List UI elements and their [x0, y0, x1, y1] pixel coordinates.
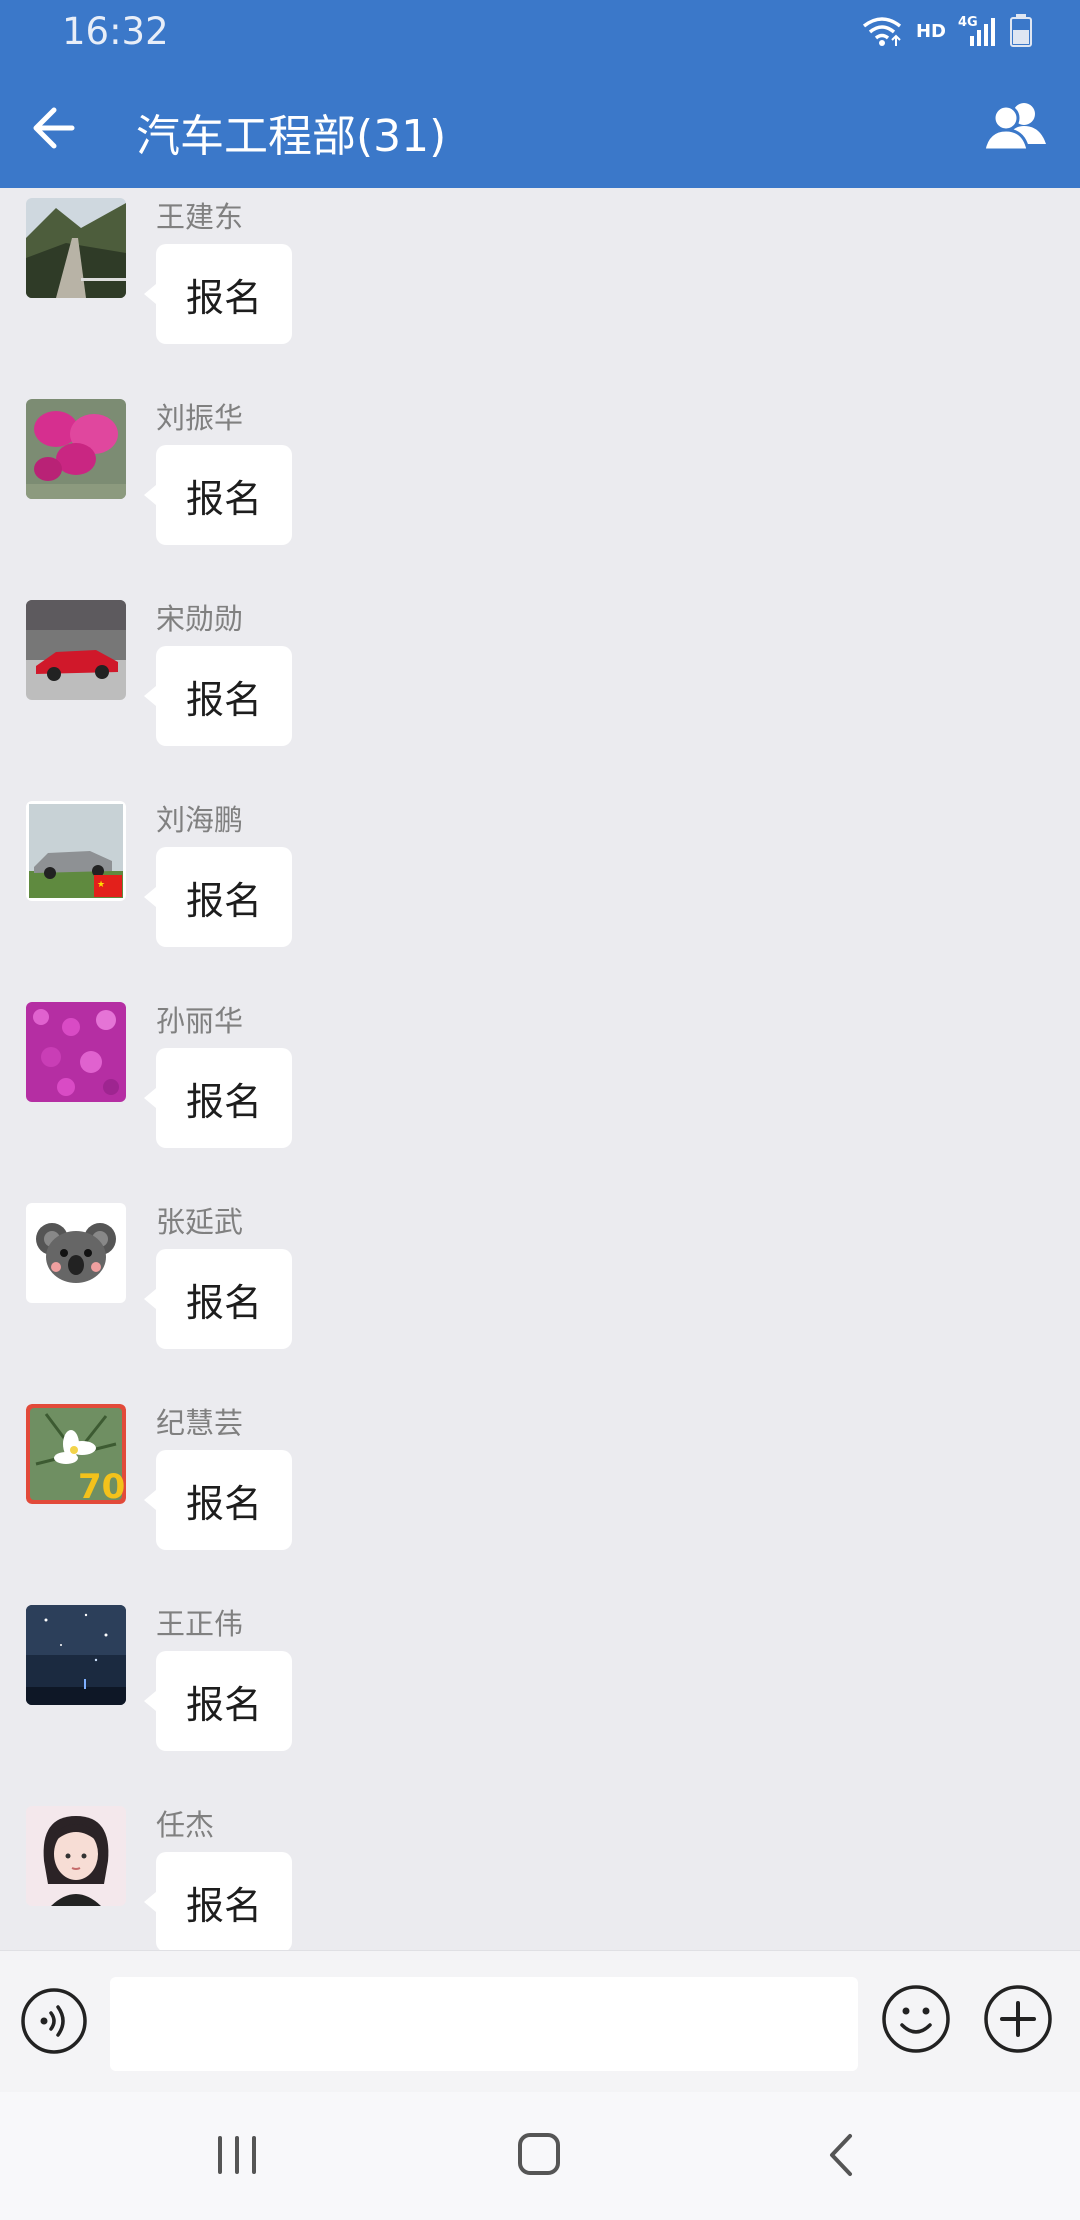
message-item: 孙丽华 报名	[0, 996, 1080, 1196]
anime-girl-portrait	[26, 1806, 126, 1906]
sender-name: 刘海鹏	[156, 803, 244, 837]
message-item: 王建东 报名	[0, 192, 1080, 392]
avatar[interactable]	[26, 198, 126, 298]
message-item: 王正伟 报名	[0, 1599, 1080, 1799]
status-time: 16:32	[62, 10, 169, 53]
avatar[interactable]	[26, 1203, 126, 1303]
avatar[interactable]: ★	[26, 801, 126, 901]
sender-name: 孙丽华	[156, 1004, 244, 1038]
arrow-left-icon[interactable]	[28, 98, 88, 158]
svg-text:★: ★	[97, 880, 105, 890]
message-item: 70 纪慧芸 报名	[0, 1398, 1080, 1598]
message-bubble[interactable]: 报名	[144, 1249, 292, 1349]
app-bar: 16:32 HD 4G 汽车工程部(31)	[0, 0, 1080, 188]
status-icons: HD 4G	[860, 14, 1032, 48]
sender-name: 宋勋勋	[156, 602, 244, 636]
system-nav-bar	[0, 2092, 1080, 2220]
hd-label: HD	[915, 20, 946, 42]
message-item: 刘振华 报名	[0, 393, 1080, 593]
network-label: 4G	[958, 15, 978, 30]
message-bubble[interactable]: 报名	[144, 1048, 292, 1148]
message-bubble[interactable]: 报名	[144, 1852, 292, 1950]
battery-icon	[1010, 14, 1032, 47]
avatar[interactable]	[26, 600, 126, 700]
message-bubble[interactable]: 报名	[144, 1450, 292, 1550]
wifi-icon	[862, 17, 902, 46]
home-icon[interactable]	[516, 2130, 562, 2178]
back-chevron-icon[interactable]	[822, 2132, 862, 2178]
avatar[interactable]	[26, 1605, 126, 1705]
starry-night-photo	[26, 1605, 126, 1705]
message-input[interactable]	[110, 1977, 858, 2071]
pink-flowers-photo	[26, 399, 126, 499]
white-flower-70-badge: 70	[26, 1404, 126, 1504]
sender-name: 王建东	[156, 200, 244, 234]
avatar[interactable]	[26, 1002, 126, 1102]
message-item: 任杰 报名	[0, 1800, 1080, 1950]
avatar[interactable]: 70	[26, 1404, 126, 1504]
sender-name: 张延武	[156, 1205, 244, 1239]
sender-name: 纪慧芸	[156, 1406, 244, 1440]
avatar[interactable]	[26, 1806, 126, 1906]
message-bubble[interactable]: 报名	[144, 1651, 292, 1751]
input-bar	[0, 1950, 1080, 2093]
message-bubble[interactable]: 报名	[144, 445, 292, 545]
message-bubble[interactable]: 报名	[144, 847, 292, 947]
sender-name: 刘振华	[156, 401, 244, 435]
recent-apps-icon[interactable]	[214, 2134, 260, 2176]
koala-cartoon	[26, 1203, 126, 1303]
message-item: 张延武 报名	[0, 1197, 1080, 1397]
message-list[interactable]: 王建东 报名 刘振华 报名 宋勋勋 报名 ★ 刘海鹏 报名 孙丽华 报名 张延武…	[0, 188, 1080, 1950]
plus-circle-icon[interactable]	[982, 1983, 1054, 2055]
avatar[interactable]	[26, 399, 126, 499]
message-item: ★ 刘海鹏 报名	[0, 795, 1080, 995]
red-sports-car-photo	[26, 600, 126, 700]
message-bubble[interactable]: 报名	[144, 244, 292, 344]
message-item: 宋勋勋 报名	[0, 594, 1080, 794]
sender-name: 王正伟	[156, 1607, 244, 1641]
group-members-icon[interactable]	[980, 98, 1050, 158]
magenta-flower-field-photo	[26, 1002, 126, 1102]
emoji-icon[interactable]	[880, 1983, 952, 2055]
sender-name: 任杰	[156, 1808, 215, 1842]
voice-icon[interactable]	[20, 1987, 88, 2055]
silver-suv-photo-with-flag: ★	[26, 801, 126, 901]
message-bubble[interactable]: 报名	[144, 646, 292, 746]
svg-text:70: 70	[78, 1467, 125, 1504]
chat-title: 汽车工程部(31)	[136, 111, 447, 162]
signal-icon: 4G	[958, 15, 995, 46]
mountain-path-photo	[26, 198, 126, 298]
